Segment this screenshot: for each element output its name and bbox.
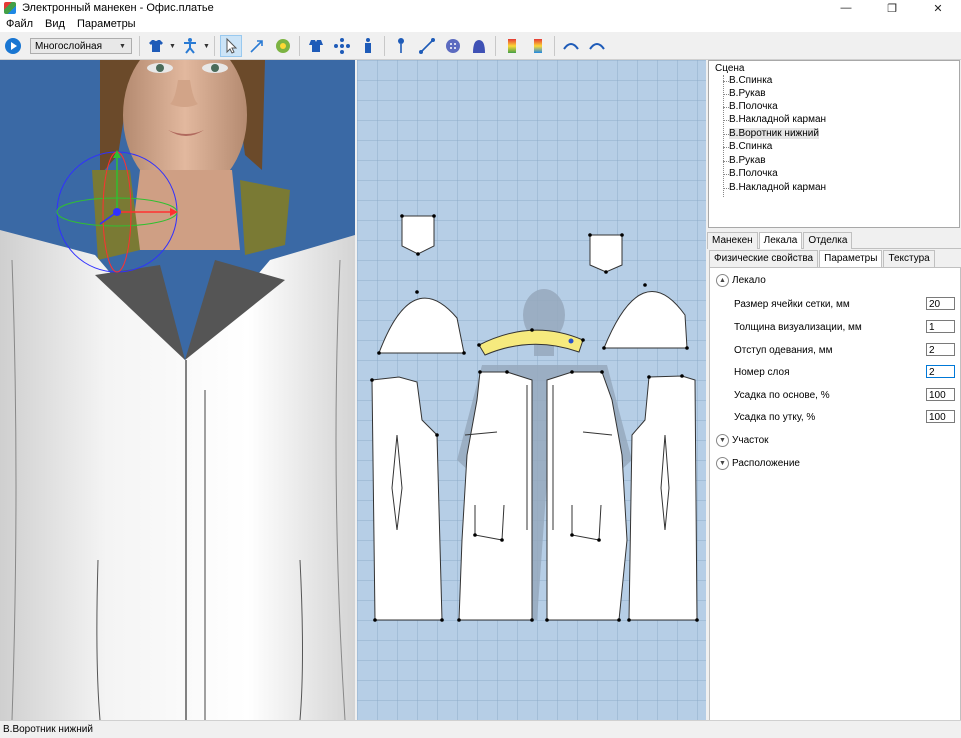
toolbar-separator [139, 36, 140, 56]
select-arrow-icon[interactable] [220, 35, 242, 57]
prop-label: Усадка по утку, % [734, 412, 816, 423]
tree-item-selected[interactable]: В.Воротник нижний [729, 128, 819, 139]
prop-label: Усадка по основе, % [734, 390, 830, 401]
button-icon[interactable] [442, 35, 464, 57]
collar-pattern-selected [478, 329, 584, 356]
prop-label: Толщина визуализации, мм [734, 322, 862, 333]
mode-select[interactable]: Многослойная ▼ [30, 38, 132, 54]
group-lekalo[interactable]: ▲ Лекало [716, 274, 766, 287]
tab-physical-properties[interactable]: Физические свойства [709, 250, 819, 267]
main-tabs: Манекен Лекала Отделка [707, 232, 961, 249]
restore-button[interactable]: ❐ [869, 0, 915, 16]
group-raspolozhenie[interactable]: ▼ Расположение [716, 457, 800, 470]
pattern-layout-view[interactable] [357, 60, 706, 720]
tree-item[interactable]: В.Полочка [729, 168, 778, 179]
weft-shrinkage-input[interactable]: 100 [926, 410, 955, 423]
tree-item[interactable]: В.Полочка [729, 101, 778, 112]
toolbar-separator [554, 36, 555, 56]
prop-label: Номер слоя [734, 367, 790, 378]
chevron-down-icon: ▼ [716, 434, 729, 447]
gear-flower-icon[interactable] [272, 35, 294, 57]
title-bar: Электронный манекен - Офис.платье — ❐ ✕ [0, 0, 961, 16]
menu-view[interactable]: Вид [39, 18, 71, 30]
tab-finishing[interactable]: Отделка [803, 232, 853, 249]
parameters-form: ▲ Лекало Размер ячейки сетки, мм 20 Толщ… [709, 267, 961, 721]
shirt-icon[interactable] [145, 35, 167, 57]
status-bar: В.Воротник нижний [0, 720, 961, 738]
menu-file[interactable]: Файл [0, 18, 39, 30]
hood-icon[interactable] [468, 35, 490, 57]
pin-icon[interactable] [390, 35, 412, 57]
close-button[interactable]: ✕ [915, 0, 961, 16]
pocket-pattern-left [401, 215, 435, 255]
toolbar-separator [495, 36, 496, 56]
app-icon [4, 2, 16, 14]
color-scale-percent-icon[interactable] [527, 35, 549, 57]
sleeve-pattern-left [378, 297, 465, 354]
mannequin-dropdown-icon[interactable]: ▼ [203, 43, 211, 50]
menu-bar: Файл Вид Параметры [0, 16, 961, 32]
warp-shrinkage-input[interactable]: 100 [926, 388, 955, 401]
toolbar: Многослойная ▼ ▼ ▼ [0, 33, 961, 60]
mannequin-icon[interactable] [179, 35, 201, 57]
scene-tree[interactable]: Сцена В.Спинка В.Рукав В.Полочка В.Накла… [708, 60, 960, 228]
color-scale-icon[interactable] [501, 35, 523, 57]
mode-select-value: Многослойная [35, 40, 102, 52]
points-icon[interactable] [331, 35, 353, 57]
tree-item[interactable]: В.Рукав [729, 155, 766, 166]
group-uchastok[interactable]: ▼ Участок [716, 434, 769, 447]
tree-item[interactable]: В.Накладной карман [729, 114, 826, 125]
tab-mannequin[interactable]: Манекен [707, 232, 758, 249]
prop-label: Размер ячейки сетки, мм [734, 299, 850, 310]
move-arrow-icon[interactable] [246, 35, 268, 57]
shirt-dropdown-icon[interactable]: ▼ [169, 43, 177, 50]
toolbar-separator [384, 36, 385, 56]
tab-patterns[interactable]: Лекала [758, 232, 803, 249]
group-raspolozhenie-label: Расположение [732, 458, 800, 469]
sub-tabs: Физические свойства Параметры Текстура [709, 250, 959, 267]
mannequin-render [0, 60, 355, 720]
clothing-icon[interactable] [305, 35, 327, 57]
play-icon[interactable] [2, 35, 24, 57]
properties-panel: Сцена В.Спинка В.Рукав В.Полочка В.Накла… [707, 60, 961, 721]
visualization-thickness-input[interactable]: 1 [926, 320, 955, 333]
grid-cell-size-input[interactable]: 20 [926, 297, 955, 310]
redo-icon[interactable] [586, 35, 608, 57]
layer-number-input[interactable]: 2 [926, 365, 955, 378]
pocket-pattern-right [589, 234, 623, 273]
tree-item[interactable]: В.Накладной карман [729, 182, 826, 193]
dressing-offset-input[interactable]: 2 [926, 343, 955, 356]
prop-label: Отступ одевания, мм [734, 345, 833, 356]
tree-item[interactable]: В.Спинка [729, 75, 772, 86]
back-pattern-left [371, 376, 443, 621]
group-uchastok-label: Участок [732, 435, 769, 446]
minimize-button[interactable]: — [823, 0, 869, 16]
tree-item[interactable]: В.Спинка [729, 141, 772, 152]
back-pattern-right [628, 375, 698, 621]
tree-item[interactable]: В.Рукав [729, 88, 766, 99]
toolbar-separator [214, 36, 215, 56]
sleeve-pattern-right [603, 290, 688, 349]
group-lekalo-label: Лекало [732, 275, 766, 286]
window-title: Электронный манекен - Офис.платье [22, 2, 214, 14]
toolbar-separator [299, 36, 300, 56]
status-text: В.Воротник нижний [3, 724, 93, 735]
mannequin-3d-view[interactable] [0, 60, 355, 720]
chevron-down-icon: ▼ [119, 42, 126, 50]
undo-icon[interactable] [560, 35, 582, 57]
ruler-icon[interactable] [416, 35, 438, 57]
person-icon[interactable] [357, 35, 379, 57]
tab-parameters[interactable]: Параметры [819, 250, 883, 267]
chevron-down-icon: ▼ [716, 457, 729, 470]
scene-root[interactable]: Сцена [715, 63, 744, 74]
menu-params[interactable]: Параметры [71, 18, 142, 30]
chevron-up-icon: ▲ [716, 274, 729, 287]
pattern-canvas [370, 214, 699, 622]
tab-texture[interactable]: Текстура [883, 250, 935, 267]
front-pattern-left [458, 371, 533, 621]
